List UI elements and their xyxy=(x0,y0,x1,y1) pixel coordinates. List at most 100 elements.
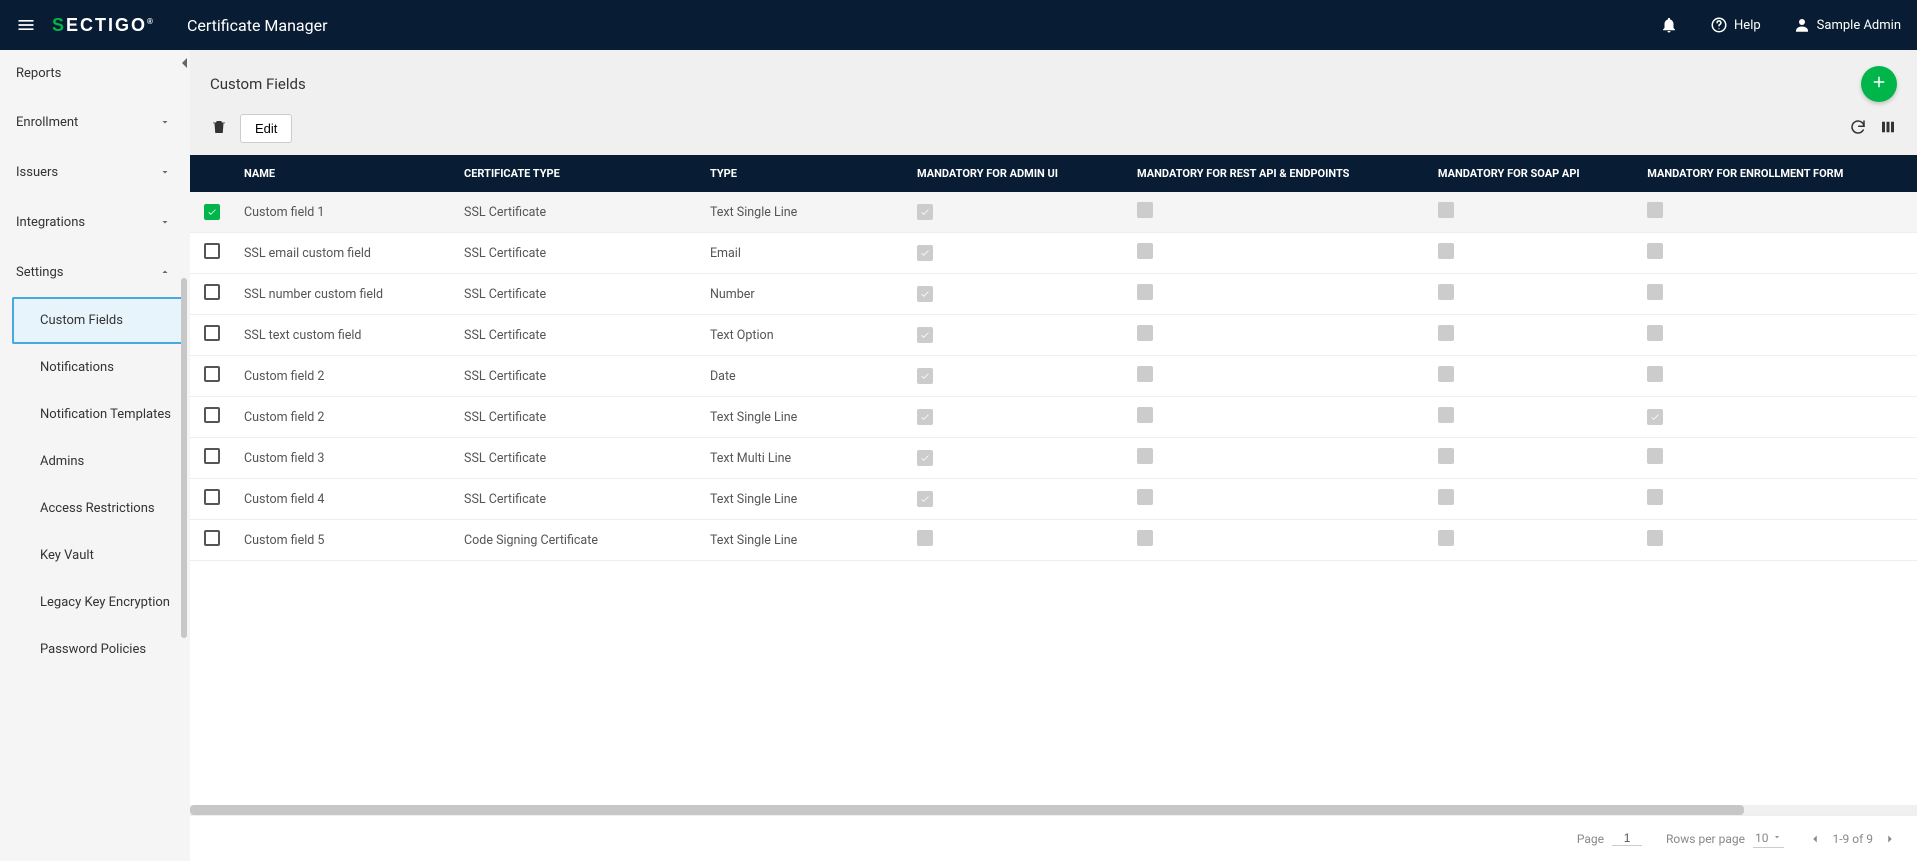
mandatory-indicator xyxy=(917,204,933,220)
sidebar-item-label: Issuers xyxy=(16,165,58,180)
next-page-button[interactable] xyxy=(1883,832,1897,846)
cell-cert-type: SSL Certificate xyxy=(454,397,700,438)
table-row[interactable]: Custom field 4SSL CertificateText Single… xyxy=(190,479,1917,520)
table-row[interactable]: Custom field 1SSL CertificateText Single… xyxy=(190,192,1917,233)
mandatory-indicator xyxy=(1438,366,1454,382)
table-row[interactable]: Custom field 5Code Signing CertificateTe… xyxy=(190,520,1917,561)
row-checkbox[interactable] xyxy=(204,284,220,300)
mandatory-indicator xyxy=(1137,448,1153,464)
col-type[interactable]: TYPE xyxy=(700,155,907,192)
app-title: Certificate Manager xyxy=(187,16,328,35)
help-icon xyxy=(1710,16,1728,34)
trash-icon xyxy=(210,118,228,140)
cell-mandatory-soap xyxy=(1428,233,1637,274)
col-name[interactable]: NAME xyxy=(234,155,454,192)
col-cert-type[interactable]: CERTIFICATE TYPE xyxy=(454,155,700,192)
cell-mandatory-soap xyxy=(1428,479,1637,520)
mandatory-indicator xyxy=(1137,243,1153,259)
cell-type: Text Single Line xyxy=(700,479,907,520)
col-select xyxy=(190,155,234,192)
table-row[interactable]: Custom field 2SSL CertificateDate xyxy=(190,356,1917,397)
cell-mandatory-admin xyxy=(907,356,1127,397)
row-checkbox[interactable] xyxy=(204,530,220,546)
user-name: Sample Admin xyxy=(1817,18,1901,33)
table-row[interactable]: SSL text custom fieldSSL CertificateText… xyxy=(190,315,1917,356)
rows-per-page-select[interactable]: 10 xyxy=(1753,829,1785,848)
mandatory-indicator xyxy=(1137,489,1153,505)
cell-cert-type: Code Signing Certificate xyxy=(454,520,700,561)
row-checkbox[interactable] xyxy=(204,448,220,464)
sidebar-scrollbar[interactable] xyxy=(181,278,187,638)
cell-mandatory-admin xyxy=(907,479,1127,520)
sidebar-subitem-key-vault[interactable]: Key Vault xyxy=(0,532,190,579)
mandatory-indicator xyxy=(917,368,933,384)
add-button[interactable] xyxy=(1861,66,1897,102)
table-row[interactable]: SSL number custom fieldSSL CertificateNu… xyxy=(190,274,1917,315)
notifications-button[interactable] xyxy=(1660,16,1678,34)
cell-mandatory-enroll xyxy=(1637,274,1917,315)
mandatory-indicator xyxy=(1137,325,1153,341)
col-mandatory-admin[interactable]: MANDATORY FOR ADMIN UI xyxy=(907,155,1127,192)
sidebar-item-reports[interactable]: Reports xyxy=(0,50,190,97)
cell-mandatory-enroll xyxy=(1637,233,1917,274)
sidebar-item-settings[interactable]: Settings xyxy=(0,247,190,297)
sidebar-item-label: Key Vault xyxy=(40,548,94,563)
table-footer: Page Rows per page 10 1-9 of 9 xyxy=(190,815,1917,861)
columns-button[interactable] xyxy=(1879,118,1897,140)
mandatory-indicator xyxy=(917,327,933,343)
sidebar-collapse-button[interactable] xyxy=(180,56,190,70)
mandatory-indicator xyxy=(1438,325,1454,341)
table-row[interactable]: SSL email custom fieldSSL CertificateEma… xyxy=(190,233,1917,274)
row-checkbox[interactable] xyxy=(204,489,220,505)
sidebar-item-enrollment[interactable]: Enrollment xyxy=(0,97,190,147)
col-mandatory-soap[interactable]: MANDATORY FOR SOAP API xyxy=(1428,155,1637,192)
help-button[interactable]: Help xyxy=(1710,16,1761,34)
cell-mandatory-enroll xyxy=(1637,438,1917,479)
user-menu-button[interactable]: Sample Admin xyxy=(1793,16,1901,34)
horizontal-scrollbar-thumb[interactable] xyxy=(190,805,1744,815)
horizontal-scrollbar-track[interactable] xyxy=(190,805,1917,815)
cell-mandatory-soap xyxy=(1428,438,1637,479)
prev-page-button[interactable] xyxy=(1808,832,1822,846)
sidebar-subitem-custom-fields[interactable]: Custom Fields xyxy=(12,297,184,344)
col-mandatory-rest[interactable]: MANDATORY FOR REST API & ENDPOINTS xyxy=(1127,155,1428,192)
hamburger-menu-button[interactable] xyxy=(16,15,36,35)
sidebar-subitem-notifications[interactable]: Notifications xyxy=(0,344,190,391)
row-checkbox[interactable] xyxy=(204,366,220,382)
sidebar-subitem-password-policies[interactable]: Password Policies xyxy=(0,626,190,673)
table-row[interactable]: Custom field 2SSL CertificateText Single… xyxy=(190,397,1917,438)
row-checkbox[interactable] xyxy=(204,407,220,423)
cell-mandatory-rest xyxy=(1127,520,1428,561)
delete-button[interactable] xyxy=(210,118,228,140)
sidebar-subitem-notification-templates[interactable]: Notification Templates xyxy=(0,391,190,438)
cell-name: Custom field 1 xyxy=(234,192,454,233)
cell-mandatory-rest xyxy=(1127,479,1428,520)
sidebar-item-issuers[interactable]: Issuers xyxy=(0,147,190,197)
logo-s: S xyxy=(52,15,66,35)
sidebar-subitem-admins[interactable]: Admins xyxy=(0,438,190,485)
edit-button[interactable]: Edit xyxy=(240,114,292,143)
cell-mandatory-soap xyxy=(1428,520,1637,561)
row-checkbox[interactable] xyxy=(204,325,220,341)
chevron-down-icon xyxy=(156,113,174,131)
cell-name: Custom field 2 xyxy=(234,397,454,438)
cell-type: Text Option xyxy=(700,315,907,356)
row-checkbox[interactable] xyxy=(204,243,220,259)
sidebar-item-label: Enrollment xyxy=(16,115,78,130)
mandatory-indicator xyxy=(1438,448,1454,464)
range-text: 1-9 of 9 xyxy=(1832,832,1873,846)
sidebar-subitem-legacy-key-encryption[interactable]: Legacy Key Encryption xyxy=(0,579,190,626)
user-icon xyxy=(1793,16,1811,34)
main-content: Custom Fields Edit xyxy=(190,50,1917,861)
sidebar-item-integrations[interactable]: Integrations xyxy=(0,197,190,247)
cell-name: Custom field 4 xyxy=(234,479,454,520)
cell-mandatory-admin xyxy=(907,520,1127,561)
sidebar-subitem-access-restrictions[interactable]: Access Restrictions xyxy=(0,485,190,532)
row-checkbox[interactable] xyxy=(204,204,220,220)
col-mandatory-enroll[interactable]: MANDATORY FOR ENROLLMENT FORM xyxy=(1637,155,1917,192)
refresh-button[interactable] xyxy=(1849,118,1867,140)
cell-type: Email xyxy=(700,233,907,274)
cell-name: Custom field 3 xyxy=(234,438,454,479)
table-row[interactable]: Custom field 3SSL CertificateText Multi … xyxy=(190,438,1917,479)
page-input[interactable] xyxy=(1612,831,1642,846)
